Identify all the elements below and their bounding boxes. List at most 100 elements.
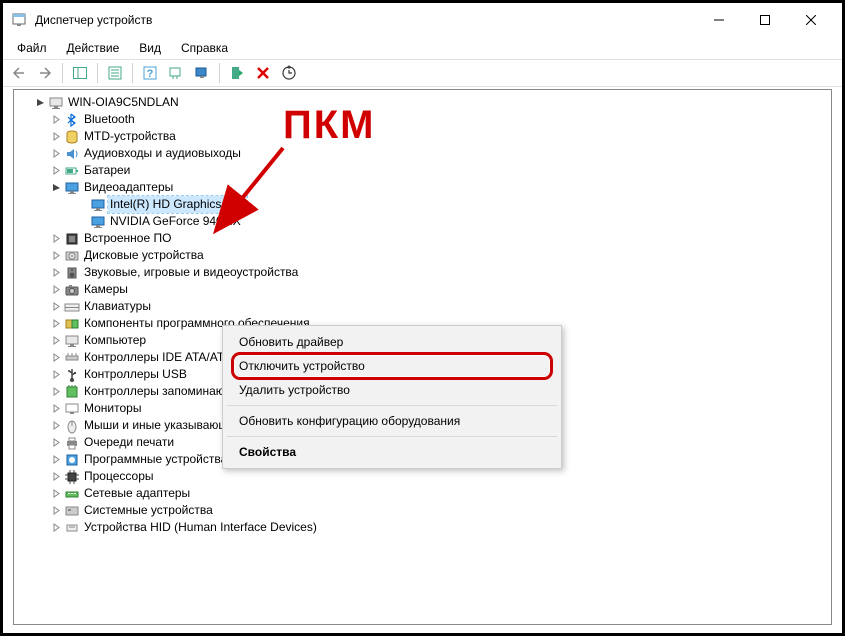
back-button[interactable] [7, 61, 31, 85]
chevron-icon[interactable] [50, 353, 62, 362]
tree-node-label: MTD-устройства [82, 128, 178, 145]
tree-root[interactable]: WIN-OIA9C5NDLAN [18, 94, 831, 111]
chevron-icon[interactable] [50, 268, 62, 277]
tree-node-label: Контроллеры USB [82, 366, 189, 383]
ctx-scan-hardware[interactable]: Обновить конфигурацию оборудования [225, 409, 559, 433]
tree-category[interactable]: Процессоры [18, 468, 831, 485]
update-driver-button[interactable] [190, 61, 214, 85]
chevron-icon[interactable] [34, 98, 46, 107]
show-hide-tree-button[interactable] [68, 61, 92, 85]
chevron-icon[interactable] [50, 472, 62, 481]
ctx-uninstall-device[interactable]: Удалить устройство [225, 378, 559, 402]
chevron-icon[interactable] [50, 149, 62, 158]
system-icon [64, 503, 80, 519]
help-button[interactable]: ? [138, 61, 162, 85]
chevron-icon[interactable] [50, 421, 62, 430]
chevron-icon[interactable] [50, 506, 62, 515]
audio-icon [64, 146, 80, 162]
chevron-icon[interactable] [50, 285, 62, 294]
chevron-icon[interactable] [50, 132, 62, 141]
tree-category[interactable]: Видеоадаптеры [18, 179, 831, 196]
ctx-separator [227, 405, 557, 406]
tree-content: WIN-OIA9C5NDLANBluetoothMTD-устройстваАу… [13, 89, 832, 625]
chevron-icon[interactable] [50, 438, 62, 447]
chevron-icon[interactable] [50, 166, 62, 175]
ctx-disable-device[interactable]: Отключить устройство [225, 354, 559, 378]
tree-category[interactable]: Аудиовходы и аудиовыходы [18, 145, 831, 162]
ctx-disable-device-label: Отключить устройство [239, 359, 365, 373]
chevron-icon[interactable] [50, 251, 62, 260]
chevron-icon[interactable] [50, 183, 62, 192]
tree-node-label: Батареи [82, 162, 132, 179]
chevron-icon[interactable] [50, 234, 62, 243]
device-tree[interactable]: WIN-OIA9C5NDLANBluetoothMTD-устройстваАу… [14, 90, 831, 540]
tree-node-label: Звуковые, игровые и видеоустройства [82, 264, 300, 281]
tree-category[interactable]: MTD-устройства [18, 128, 831, 145]
chevron-icon[interactable] [50, 115, 62, 124]
chevron-icon[interactable] [50, 336, 62, 345]
scan-hardware-button[interactable] [164, 61, 188, 85]
tree-category[interactable]: Дисковые устройства [18, 247, 831, 264]
disk-icon [64, 129, 80, 145]
tree-node-label: Видеоадаптеры [82, 179, 175, 196]
tree-node-label: NVIDIA GeForce 940MX [108, 213, 243, 230]
properties-button[interactable] [103, 61, 127, 85]
chevron-icon[interactable] [50, 404, 62, 413]
tree-category[interactable]: Камеры [18, 281, 831, 298]
tree-node-label: Процессоры [82, 468, 156, 485]
computer-icon [48, 95, 64, 111]
device-manager-window: Диспетчер устройств Файл Действие Вид Сп… [3, 3, 842, 633]
uninstall-device-button[interactable] [251, 61, 275, 85]
tree-category[interactable]: Встроенное ПО [18, 230, 831, 247]
maximize-button[interactable] [742, 4, 788, 36]
tree-category[interactable]: Bluetooth [18, 111, 831, 128]
chevron-icon[interactable] [50, 387, 62, 396]
chevron-icon[interactable] [50, 489, 62, 498]
forward-button[interactable] [33, 61, 57, 85]
chevron-icon[interactable] [50, 370, 62, 379]
tree-node-label: Программные устройства [82, 451, 229, 468]
tree-node-label: Очереди печати [82, 434, 176, 451]
context-menu: Обновить драйвер Отключить устройство Уд… [222, 325, 562, 469]
tree-node-label: Клавиатуры [82, 298, 153, 315]
ctx-separator [227, 436, 557, 437]
minimize-button[interactable] [696, 4, 742, 36]
menu-help[interactable]: Справка [173, 39, 236, 57]
tree-category[interactable]: Клавиатуры [18, 298, 831, 315]
enable-device-button[interactable] [225, 61, 249, 85]
svg-text:?: ? [147, 68, 154, 80]
tree-node-label: Системные устройства [82, 502, 215, 519]
usb-icon [64, 367, 80, 383]
tree-category[interactable]: Устройства HID (Human Interface Devices) [18, 519, 831, 536]
titlebar: Диспетчер устройств [3, 3, 842, 37]
ctx-properties[interactable]: Свойства [225, 440, 559, 464]
display-icon [90, 214, 106, 230]
hid-icon [64, 520, 80, 536]
tree-node-label: Intel(R) HD Graphics 620 [108, 196, 247, 213]
tree-device[interactable]: NVIDIA GeForce 940MX [18, 213, 831, 230]
chevron-icon[interactable] [50, 302, 62, 311]
menu-action[interactable]: Действие [59, 39, 128, 57]
tree-category[interactable]: Системные устройства [18, 502, 831, 519]
storage-icon [64, 384, 80, 400]
tree-category[interactable]: Звуковые, игровые и видеоустройства [18, 264, 831, 281]
tree-category[interactable]: Батареи [18, 162, 831, 179]
window-controls [696, 4, 834, 36]
tree-node-label: Аудиовходы и аудиовыходы [82, 145, 243, 162]
monitor-icon [64, 401, 80, 417]
ctx-update-driver[interactable]: Обновить драйвер [225, 330, 559, 354]
menu-view[interactable]: Вид [131, 39, 169, 57]
chevron-icon[interactable] [50, 319, 62, 328]
tree-category[interactable]: Сетевые адаптеры [18, 485, 831, 502]
menu-file[interactable]: Файл [9, 39, 55, 57]
component-icon [64, 316, 80, 332]
close-button[interactable] [788, 4, 834, 36]
menubar: Файл Действие Вид Справка [3, 37, 842, 59]
toolbar: ? [3, 59, 842, 87]
chevron-icon[interactable] [50, 455, 62, 464]
toolbar-separator [97, 63, 98, 83]
tree-device[interactable]: Intel(R) HD Graphics 620 [18, 196, 831, 213]
chevron-icon[interactable] [50, 523, 62, 532]
detail-button[interactable] [277, 61, 301, 85]
hdd-icon [64, 248, 80, 264]
